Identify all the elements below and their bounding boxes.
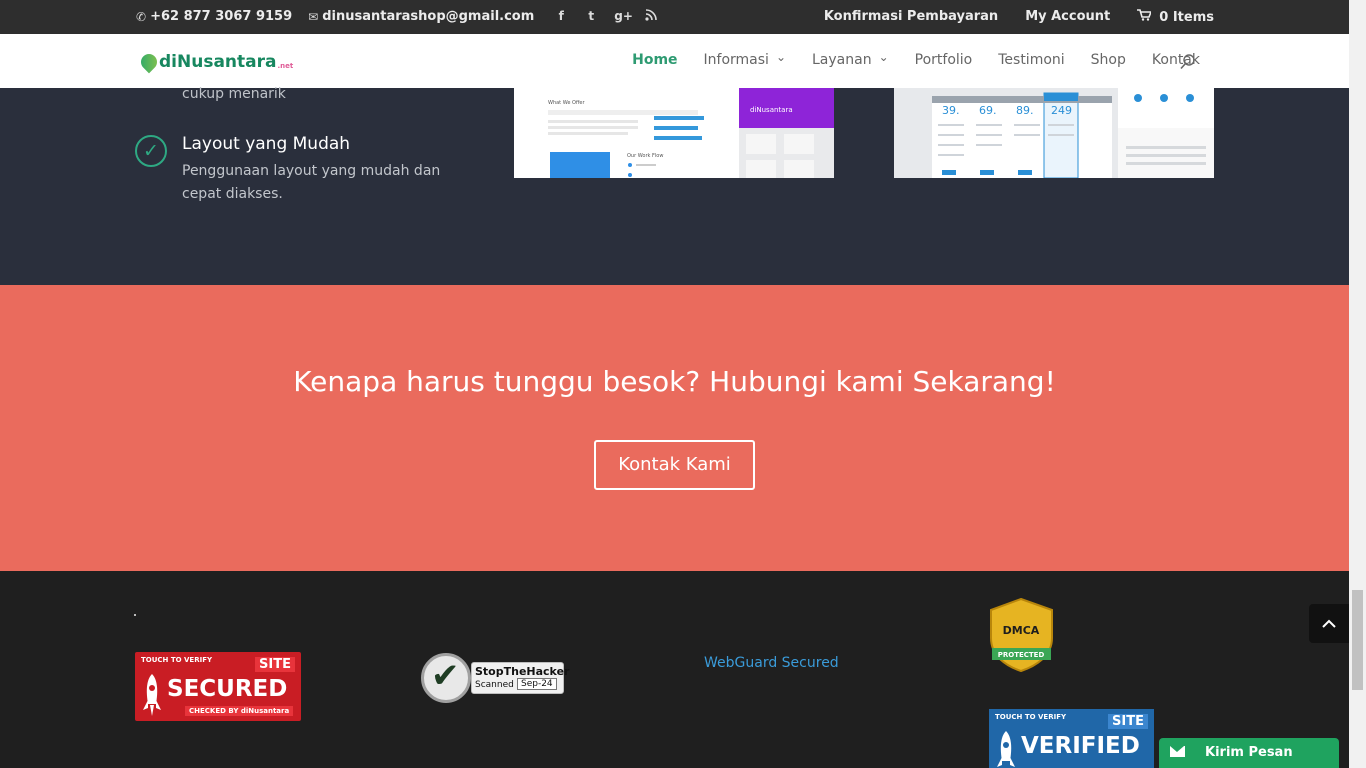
rocket-icon bbox=[143, 674, 161, 716]
kontak-kami-button[interactable]: Kontak Kami bbox=[594, 440, 755, 490]
nav-home[interactable]: Home bbox=[632, 52, 677, 68]
cart-link[interactable]: 0 Items bbox=[1137, 9, 1214, 25]
site-logo[interactable]: diNusantara .net bbox=[137, 50, 294, 74]
price-2: 69. bbox=[979, 104, 997, 117]
price-3: 89. bbox=[1016, 104, 1034, 117]
price-4: 249 bbox=[1051, 104, 1072, 117]
secured-touch-text: TOUCH TO VERIFY bbox=[141, 656, 213, 664]
logo-tld: .net bbox=[277, 62, 294, 70]
main-nav: Home Informasi Layanan Portfolio Testimo… bbox=[632, 52, 1200, 68]
google-plus-icon[interactable]: g+ bbox=[614, 9, 633, 24]
page-scrollbar[interactable] bbox=[1349, 0, 1366, 768]
site-verified-badge[interactable]: TOUCH TO VERIFY SITE VERIFIED bbox=[989, 709, 1154, 768]
back-to-top-button[interactable] bbox=[1309, 604, 1349, 643]
phone-text: +62 877 3067 9159 bbox=[150, 9, 293, 24]
price-1: 39. bbox=[942, 104, 960, 117]
feature-prev-text: cukup menarik bbox=[182, 86, 286, 102]
chat-label: Kirim Pesan bbox=[1205, 745, 1293, 760]
feature-title: Layout yang Mudah bbox=[182, 134, 351, 154]
nav-layanan[interactable]: Layanan bbox=[812, 52, 889, 68]
features-section: cukup menarik ✓ Layout yang Mudah Penggu… bbox=[0, 86, 1349, 285]
dmca-top: DMCA bbox=[1003, 624, 1040, 637]
logo-mark-icon bbox=[137, 50, 161, 74]
dmca-badge[interactable]: DMCA PROTECTED bbox=[988, 597, 1055, 673]
shot1-brand: diNusantara bbox=[750, 106, 793, 114]
portfolio-screenshot-2[interactable]: 39. 69. 89. 249 bbox=[894, 88, 1214, 178]
webguard-link[interactable]: WebGuard Secured bbox=[704, 655, 839, 671]
verified-big-text: VERIFIED bbox=[1021, 733, 1140, 759]
scrollbar-thumb[interactable] bbox=[1352, 590, 1363, 690]
email-text: dinusantarashop@gmail.com bbox=[322, 9, 535, 24]
envelope-icon: ✉ bbox=[308, 9, 319, 24]
stopthehacker-date: Sep-24 bbox=[517, 678, 557, 690]
checkmark-icon bbox=[421, 653, 471, 703]
rocket-icon bbox=[997, 731, 1015, 767]
feature-desc: Penggunaan layout yang mudah dan cepat d… bbox=[182, 163, 441, 202]
my-account-link[interactable]: My Account bbox=[1025, 9, 1110, 25]
shot1-sub: Our Work Flow bbox=[627, 153, 663, 159]
search-icon[interactable] bbox=[1179, 53, 1197, 71]
secured-big-text: SECURED bbox=[167, 676, 288, 702]
cart-icon bbox=[1137, 9, 1153, 25]
footer: TOUCH TO VERIFY SITE SECURED CHECKED BY … bbox=[0, 571, 1349, 768]
top-bar: ✆ +62 877 3067 9159 ✉ dinusantarashop@gm… bbox=[0, 0, 1349, 34]
rss-icon[interactable] bbox=[644, 9, 658, 24]
stopthehacker-name: StopTheHacker bbox=[475, 665, 570, 678]
main-header: diNusantara .net Home Informasi Layanan … bbox=[0, 34, 1349, 88]
nav-portfolio[interactable]: Portfolio bbox=[915, 52, 973, 68]
chevron-up-icon bbox=[1322, 619, 1336, 628]
phone-icon: ✆ bbox=[136, 9, 147, 24]
stopthehacker-badge[interactable]: StopTheHacker Scanned Sep-24 bbox=[421, 653, 569, 703]
check-circle-icon: ✓ bbox=[135, 135, 167, 167]
secured-site-text: SITE bbox=[255, 657, 295, 672]
dmca-bottom: PROTECTED bbox=[998, 651, 1045, 659]
konfirmasi-pembayaran-link[interactable]: Konfirmasi Pembayaran bbox=[824, 9, 998, 25]
envelope-icon bbox=[1170, 746, 1185, 757]
nav-informasi[interactable]: Informasi bbox=[704, 52, 786, 68]
site-secured-badge[interactable]: TOUCH TO VERIFY SITE SECURED CHECKED BY … bbox=[135, 652, 301, 721]
cart-count: 0 Items bbox=[1159, 9, 1214, 25]
logo-text: diNusantara bbox=[159, 52, 277, 72]
cta-section: Kenapa harus tunggu besok? Hubungi kami … bbox=[0, 285, 1349, 571]
kirim-pesan-chat-button[interactable]: Kirim Pesan bbox=[1159, 738, 1339, 768]
footer-dot bbox=[134, 614, 136, 616]
verified-touch-text: TOUCH TO VERIFY bbox=[995, 713, 1067, 721]
facebook-icon[interactable]: f bbox=[554, 9, 568, 24]
twitter-icon[interactable]: t bbox=[584, 9, 598, 24]
secured-checked-text: CHECKED BY diNusantara bbox=[185, 706, 294, 716]
shot1-heading: What We Offer bbox=[548, 100, 585, 106]
stopthehacker-scanned: Scanned bbox=[475, 680, 514, 690]
phone-contact[interactable]: ✆ +62 877 3067 9159 bbox=[136, 9, 292, 24]
cta-heading: Kenapa harus tunggu besok? Hubungi kami … bbox=[293, 365, 1056, 398]
nav-testimoni[interactable]: Testimoni bbox=[998, 52, 1064, 68]
portfolio-screenshot-1[interactable]: What We Offer Our Work Flow diNusantara bbox=[514, 88, 834, 178]
email-contact[interactable]: ✉ dinusantarashop@gmail.com bbox=[308, 9, 534, 24]
verified-site-text: SITE bbox=[1108, 714, 1148, 729]
nav-shop[interactable]: Shop bbox=[1091, 52, 1126, 68]
